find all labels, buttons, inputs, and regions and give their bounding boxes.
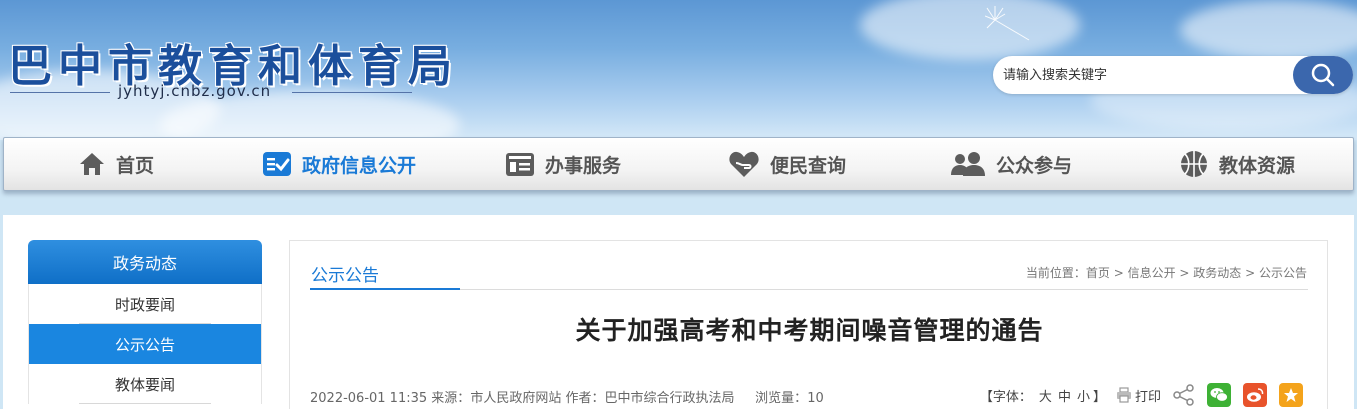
divider <box>10 92 110 93</box>
font-size-large-button[interactable]: 大 <box>1039 386 1052 405</box>
source-label: 来源： <box>431 391 471 406</box>
nav-item-education-resources[interactable]: 教体资源 <box>1179 138 1295 190</box>
cloud-decoration <box>1180 0 1357 60</box>
nav-item-label: 教体资源 <box>1219 154 1296 177</box>
article-tools: 【字体： 大 中 小 】 打印 <box>980 381 1303 409</box>
cloud-decoration <box>860 0 1080 60</box>
nav-item-label: 便民查询 <box>770 154 847 177</box>
printer-icon <box>1116 387 1131 403</box>
favorite-button[interactable] <box>1279 383 1303 407</box>
breadcrumb-info-disclosure[interactable]: 信息公开 <box>1128 266 1176 280</box>
site-url: jyhtyj.cnbz.gov.cn <box>118 82 272 100</box>
nav-item-info-disclosure[interactable]: 政府信息公开 <box>262 138 416 190</box>
nav-item-label: 政府信息公开 <box>302 154 417 177</box>
search-icon <box>1311 63 1335 87</box>
font-size-medium-button[interactable]: 中 <box>1058 386 1071 405</box>
breadcrumb-prefix: 当前位置： <box>1025 266 1086 280</box>
nav-item-label: 公众参与 <box>996 154 1073 177</box>
people-icon <box>951 152 985 176</box>
sidebar-list: 时政要闻 公示公告 教体要闻 <box>28 284 262 404</box>
breadcrumb-home[interactable]: 首页 <box>1086 266 1110 280</box>
wechat-icon <box>1210 388 1228 402</box>
search-box <box>993 56 1353 94</box>
breadcrumb-separator: > <box>1241 266 1259 280</box>
weibo-icon <box>1247 388 1264 402</box>
author-value: 巴中市综合行政执法局 <box>604 391 735 406</box>
breadcrumb-separator: > <box>1175 266 1194 280</box>
article-meta: 2022-06-01 11:35 来源：市人民政府网站 作者：巴中市综合行政执法… <box>310 387 824 406</box>
main-nav: 首页 政府信息公开 办事服务 便民查询 公众参与 教体资源 <box>3 137 1354 191</box>
weibo-share-button[interactable] <box>1243 383 1267 407</box>
service-icon <box>506 153 534 176</box>
breadcrumb: 当前位置：首页 > 信息公开 > 政务动态 > 公示公告 <box>1026 264 1307 281</box>
font-size-close: 】 <box>1092 389 1106 405</box>
sidebar-heading: 政务动态 <box>28 240 262 284</box>
heart-hand-icon <box>729 151 759 177</box>
print-label: 打印 <box>1134 389 1161 405</box>
nav-item-home[interactable]: 首页 <box>78 138 154 190</box>
nav-item-services[interactable]: 办事服务 <box>505 138 621 190</box>
nav-item-convenience-query[interactable]: 便民查询 <box>728 138 846 190</box>
article-title: 关于加强高考和中考期间噪音管理的通告 <box>575 316 1044 345</box>
search-input[interactable] <box>1003 60 1283 90</box>
star-icon <box>1284 388 1298 402</box>
nav-item-public-participation[interactable]: 公众参与 <box>950 138 1072 190</box>
article-panel: 公示公告 当前位置：首页 > 信息公开 > 政务动态 > 公示公告 关于加强高考… <box>289 240 1328 409</box>
divider <box>292 92 412 93</box>
wechat-share-button[interactable] <box>1207 383 1231 407</box>
font-size-label: 【字体： <box>979 389 1032 405</box>
basketball-icon <box>1181 151 1207 177</box>
views-count: 10 <box>807 391 824 406</box>
section-tab-title[interactable]: 公示公告 <box>311 261 379 286</box>
views-label: 浏览量： <box>755 391 808 406</box>
source-value: 市人民政府网站 <box>470 391 562 406</box>
publish-date: 2022-06-01 11:35 <box>310 391 428 406</box>
tab-underline <box>310 288 460 290</box>
print-button[interactable]: 打印 <box>1116 386 1161 405</box>
sidebar-item-announcements[interactable]: 公示公告 <box>29 324 261 364</box>
breadcrumb-government-affairs[interactable]: 政务动态 <box>1193 266 1241 280</box>
info-disclosure-icon <box>263 152 291 176</box>
nav-item-label: 办事服务 <box>545 154 622 177</box>
breadcrumb-separator: > <box>1109 266 1128 280</box>
home-icon <box>80 153 104 175</box>
sidebar: 政务动态 时政要闻 公示公告 教体要闻 <box>28 240 262 409</box>
author-label: 作者： <box>565 391 605 406</box>
breadcrumb-announcements[interactable]: 公示公告 <box>1259 266 1307 280</box>
sidebar-item-education-news[interactable]: 教体要闻 <box>29 364 261 404</box>
search-button[interactable] <box>1293 56 1353 94</box>
header-banner: 巴中市教育和体育局 jyhtyj.cnbz.gov.cn <box>0 0 1357 140</box>
nav-item-label: 首页 <box>116 154 155 177</box>
font-size-small-button[interactable]: 小 <box>1077 386 1090 405</box>
share-icon[interactable] <box>1173 384 1195 406</box>
dandelion-icon <box>985 6 1030 41</box>
sidebar-item-current-affairs[interactable]: 时政要闻 <box>29 284 261 324</box>
